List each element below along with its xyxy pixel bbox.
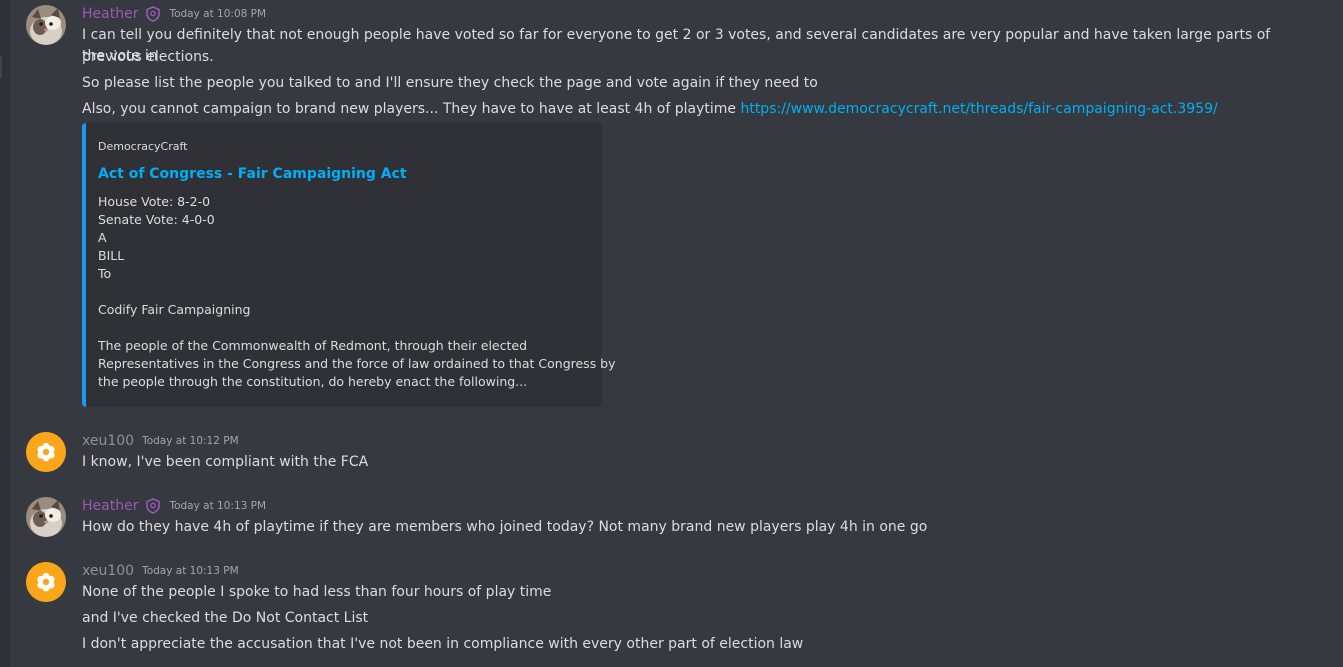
link[interactable]: https://www.democracycraft.net/threads/f… (740, 101, 1217, 117)
embed-title[interactable]: Act of Congress - Fair Campaigning Act (98, 163, 407, 185)
embed-line: Senate Vote: 4-0-0 (98, 212, 215, 227)
message-text: So please list the people you talked to … (82, 75, 818, 91)
embed-line: To (98, 266, 112, 281)
embed-line: BILL (98, 248, 125, 263)
embed-line: House Vote: 8-2-0 (98, 194, 211, 209)
embed-line: the people through the constitution, do … (98, 374, 528, 389)
flower-icon (26, 432, 66, 472)
message-text: How do they have 4h of playtime if they … (82, 519, 928, 535)
username[interactable]: xeu100 (82, 431, 134, 451)
embed-line: Codify Fair Campaigning (98, 302, 251, 317)
embed-provider[interactable]: DemocracyCraft (98, 139, 188, 155)
avatar-xeu100[interactable] (26, 562, 66, 602)
username[interactable]: Heather (82, 4, 138, 24)
message-header: Heather Today at 10:08 PM (82, 4, 266, 24)
message-text: and I've checked the Do Not Contact List (82, 610, 369, 626)
embed-line: The people of the Commonwealth of Redmon… (98, 338, 528, 353)
embed-line (98, 319, 588, 337)
message-text-part: Also, you cannot campaign to brand new p… (82, 101, 741, 117)
avatar-heather[interactable] (26, 497, 66, 537)
shield-icon (145, 6, 161, 22)
message-header: xeu100 Today at 10:12 PM (82, 431, 239, 451)
timestamp: Today at 10:13 PM (142, 565, 239, 577)
shield-icon (145, 498, 161, 514)
timestamp: Today at 10:12 PM (142, 435, 239, 447)
embed-description: House Vote: 8-2-0 Senate Vote: 4-0-0 A B… (98, 193, 616, 391)
message-text: None of the people I spoke to had less t… (82, 584, 552, 600)
timestamp: Today at 10:08 PM (169, 8, 267, 20)
avatar-xeu100[interactable] (26, 432, 66, 472)
message-header: xeu100 Today at 10:13 PM (82, 561, 239, 581)
embed-line (98, 283, 588, 301)
message-text: Also, you cannot campaign to brand new p… (82, 99, 1273, 120)
message-text: I don't appreciate the accusation that I… (82, 636, 804, 652)
timestamp: Today at 10:13 PM (169, 500, 267, 512)
embed-line: A (98, 230, 107, 245)
embed-accent-bar (82, 123, 86, 407)
message-header: Heather Today at 10:13 PM (82, 496, 266, 516)
link-embed: DemocracyCraft Act of Congress - Fair Ca… (82, 123, 616, 407)
avatar-heather[interactable] (26, 5, 66, 45)
message-text: I know, I've been compliant with the FCA (82, 454, 369, 470)
embed-line: Representatives in the Congress and the … (98, 356, 616, 371)
message-list: Heather Today at 10:08 PM I can tell you… (0, 0, 1343, 667)
username[interactable]: xeu100 (82, 561, 134, 581)
message-text: previous elections. (82, 49, 214, 65)
flower-icon (26, 562, 66, 602)
username[interactable]: Heather (82, 496, 138, 516)
